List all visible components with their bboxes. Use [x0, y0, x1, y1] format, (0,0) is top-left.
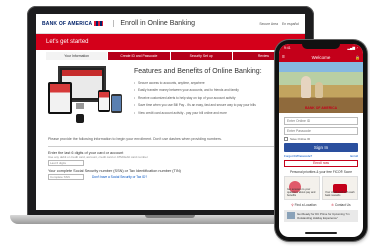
- hero-person: [315, 82, 323, 98]
- ssn-row: Complete SSN Don't have a Social Securit…: [48, 173, 293, 180]
- features-list-block: Features and Benefits of Online Banking:…: [126, 66, 295, 130]
- progress-steps: Your Information Create ID and Passcode …: [46, 52, 295, 60]
- page-title: Enroll in Online Banking: [113, 20, 195, 27]
- promo-heading: Personal priorities & your free FICO® Sc…: [289, 170, 353, 174]
- bottom-links: ⚲ Find a Location ✆ Contact Us: [284, 203, 358, 207]
- save-id-checkbox[interactable]: [284, 137, 288, 141]
- enroll-form: Please provide the following information…: [36, 137, 305, 180]
- watch-image: [76, 114, 84, 123]
- banner-title: Let's get started: [36, 34, 305, 50]
- phone-screen: 9:41 ▂▄▆ ◔ ≡ Welcome 🔒 BANK OF AMERICA E…: [279, 44, 363, 237]
- espanol-link[interactable]: En español: [282, 22, 299, 26]
- step-security: Security Set up: [170, 52, 232, 60]
- sign-in-button[interactable]: Sign In: [284, 143, 358, 152]
- header-links: Secure Area En español: [259, 22, 299, 26]
- bank-logo[interactable]: BANK OF AMERICA: [42, 20, 104, 27]
- step-your-information: Your Information: [46, 52, 108, 60]
- features-section: Features and Benefits of Online Banking:…: [36, 60, 305, 132]
- phone-image-secondary: [111, 94, 122, 113]
- account-digits-input[interactable]: Last 6 digits: [48, 160, 84, 166]
- signal-battery-icon: ▂▄▆ ◔: [347, 46, 358, 50]
- bank-logo-text: BANK OF AMERICA: [42, 20, 93, 27]
- passcode-placeholder: Enter Passcode: [287, 129, 311, 133]
- header-title: Welcome: [311, 54, 331, 60]
- passcode-input[interactable]: Enter Passcode: [284, 127, 358, 135]
- laptop-notch: [145, 215, 195, 218]
- news-banner[interactable]: Get Ready for DC Prime for Upcoming "Im …: [284, 210, 358, 222]
- hero-logo: BANK OF AMERICA: [304, 106, 338, 110]
- save-id-label: Save Online ID: [290, 137, 311, 141]
- secure-area-link[interactable]: Secure Area: [259, 22, 278, 26]
- step-create-id: Create ID and Passcode: [108, 52, 170, 60]
- hero-person: [301, 76, 311, 98]
- feature-item: Receive customized alerts to help stay o…: [134, 96, 295, 100]
- promo-text: Get answers to your questions about pay …: [287, 188, 316, 197]
- contact-us-link[interactable]: ✆ Contact Us: [331, 203, 350, 207]
- feature-item: Secure access to accounts, anytime, anyw…: [134, 81, 295, 85]
- save-id-row[interactable]: Save Online ID: [284, 137, 358, 141]
- online-id-input[interactable]: Enter Online ID: [284, 117, 358, 125]
- flag-logo-icon: [94, 21, 104, 26]
- online-id-placeholder: Enter Online ID: [287, 119, 311, 123]
- divider: [48, 146, 293, 147]
- find-location-link[interactable]: ⚲ Find a Location: [291, 203, 316, 207]
- ssn-input[interactable]: Complete SSN: [48, 174, 84, 180]
- no-ssn-link[interactable]: Don't have a Social Security or Tax ID?: [92, 175, 147, 179]
- signin-links: Forgot ID/Passcode? Enroll: [284, 154, 358, 158]
- laptop-screen: BANK OF AMERICA Enroll in Online Banking…: [36, 14, 305, 210]
- news-thumbnail: [287, 212, 295, 219]
- promo-card-right[interactable]: Your credit card with cash back rewards: [322, 176, 358, 200]
- news-text: Get Ready for DC Prime for Upcoming "Im …: [297, 212, 350, 220]
- account-help: Use any debit or credit card, account, c…: [48, 155, 148, 159]
- devices-illustration: [48, 66, 126, 130]
- features-list: Secure access to accounts, anytime, anyw…: [134, 81, 295, 115]
- promo-cards: Get answers to your questions about pay …: [284, 176, 358, 200]
- feature-item: Save time when you use Bill Pay - it's a…: [134, 103, 295, 107]
- hero-image: BANK OF AMERICA: [279, 62, 363, 113]
- contact-us-label: Contact Us: [334, 203, 351, 207]
- find-location-label: Find a Location: [294, 203, 317, 207]
- promo-card-left[interactable]: Get answers to your questions about pay …: [284, 176, 320, 200]
- lock-icon: 🔒: [355, 54, 360, 60]
- phone-notch: [302, 44, 340, 49]
- features-title: Features and Benefits of Online Banking:: [134, 68, 262, 75]
- enroll-button[interactable]: Enroll now: [284, 160, 358, 167]
- status-time: 9:41: [284, 46, 291, 50]
- monitor-stand: [76, 103, 84, 109]
- forgot-link[interactable]: Forgot ID/Passcode?: [284, 154, 312, 158]
- form-intro: Please provide the following information…: [48, 137, 222, 141]
- site-header: BANK OF AMERICA Enroll in Online Banking…: [36, 14, 305, 34]
- menu-icon[interactable]: ≡: [282, 54, 290, 60]
- signin-form: Enter Online ID Enter Passcode Save Onli…: [279, 113, 363, 222]
- phone-image: [98, 90, 110, 112]
- feature-item: View credit card account activity - pay …: [134, 111, 295, 115]
- app-header: ≡ Welcome 🔒: [279, 52, 363, 62]
- home-indicator: [305, 232, 337, 234]
- promo-text: Your credit card with cash back rewards: [325, 191, 355, 197]
- enroll-link[interactable]: Enroll: [350, 154, 358, 158]
- feature-item: Easily transfer money between your accou…: [134, 88, 295, 92]
- tablet-image: [48, 82, 72, 114]
